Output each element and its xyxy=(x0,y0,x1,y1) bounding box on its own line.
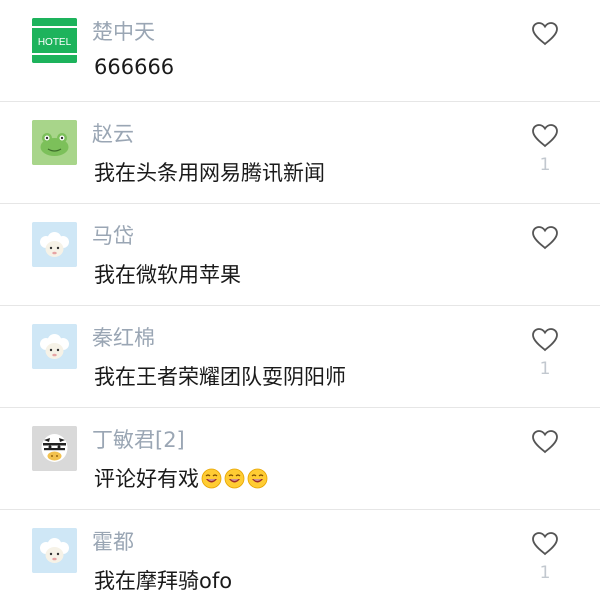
heart-outline-icon[interactable] xyxy=(530,20,560,46)
avatar-frog[interactable] xyxy=(32,120,77,165)
comment-text: 666666 xyxy=(94,55,175,79)
username[interactable]: 楚中天 xyxy=(92,16,155,46)
comment-list: HOTEL 楚中天 666666 赵云 我在头条用网易腾讯新闻 1 马岱 我在微… xyxy=(0,0,600,613)
avatar-sheep[interactable] xyxy=(32,324,77,369)
avatar-zebra[interactable] xyxy=(32,426,77,471)
laughing-emoji-icon xyxy=(224,468,245,488)
comment-item: 丁敏君[2] 评论好有戏 xyxy=(0,408,600,510)
heart-outline-icon[interactable] xyxy=(530,326,560,352)
heart-outline-icon[interactable] xyxy=(530,530,560,556)
username[interactable]: 丁敏君[2] xyxy=(92,424,185,454)
like-count: 1 xyxy=(539,359,551,379)
username[interactable]: 赵云 xyxy=(92,118,134,148)
username[interactable]: 秦红棉 xyxy=(92,322,155,352)
like-count: 1 xyxy=(539,155,551,175)
like-count: 1 xyxy=(539,563,551,583)
laughing-emoji-icon xyxy=(201,468,222,488)
avatar-hotel-logo[interactable]: HOTEL xyxy=(32,18,77,63)
comment-text: 我在微软用苹果 xyxy=(94,263,241,287)
comment-item: 霍都 我在摩拜骑ofo 1 xyxy=(0,510,600,612)
heart-outline-icon[interactable] xyxy=(530,122,560,148)
comment-item: 马岱 我在微软用苹果 xyxy=(0,204,600,306)
username[interactable]: 霍都 xyxy=(92,526,134,556)
comment-item: 赵云 我在头条用网易腾讯新闻 1 xyxy=(0,102,600,204)
username[interactable]: 马岱 xyxy=(92,220,134,250)
comment-text: 评论好有戏 xyxy=(94,463,268,493)
heart-outline-icon[interactable] xyxy=(530,428,560,454)
comment-text: 我在摩拜骑ofo xyxy=(94,569,233,593)
avatar-sheep[interactable] xyxy=(32,222,77,267)
comment-text: 我在王者荣耀团队耍阴阳师 xyxy=(94,365,346,389)
comment-text: 我在头条用网易腾讯新闻 xyxy=(94,161,325,185)
laughing-emoji-icon xyxy=(247,468,268,488)
svg-text:HOTEL: HOTEL xyxy=(38,37,72,48)
comment-item: 秦红棉 我在王者荣耀团队耍阴阳师 1 xyxy=(0,306,600,408)
heart-outline-icon[interactable] xyxy=(530,224,560,250)
avatar-sheep[interactable] xyxy=(32,528,77,573)
comment-item: HOTEL 楚中天 666666 xyxy=(0,0,600,102)
